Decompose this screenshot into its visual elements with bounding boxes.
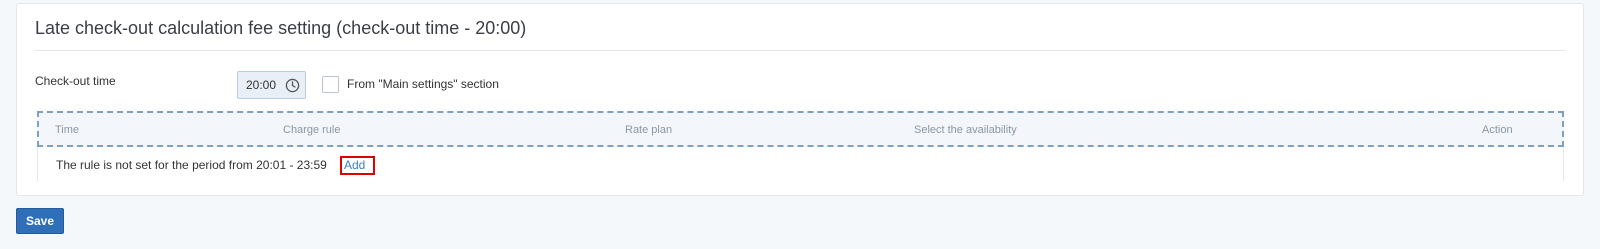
late-checkout-card: Late check-out calculation fee setting (… <box>16 3 1584 196</box>
save-button[interactable]: Save <box>16 208 64 234</box>
column-charge-rule: Charge rule <box>283 124 341 136</box>
add-rule-link[interactable]: Add <box>340 156 376 175</box>
section-title: Late check-out calculation fee setting (… <box>35 18 527 38</box>
checkout-time-value: 20:00 <box>246 78 277 92</box>
table-header: Time Charge rule Rate plan Select the av… <box>37 111 1564 147</box>
empty-rule-text: The rule is not set for the period from … <box>56 158 327 172</box>
column-action: Action <box>1482 124 1513 136</box>
column-rate-plan: Rate plan <box>625 124 673 136</box>
checkout-time-input[interactable]: 20:00 <box>237 71 306 99</box>
title-divider <box>35 50 1565 51</box>
main-settings-label: From "Main settings" section <box>347 77 499 91</box>
column-time: Time <box>55 124 80 136</box>
clock-icon[interactable] <box>285 78 300 93</box>
checkout-time-label: Check-out time <box>35 74 116 88</box>
column-availability: Select the availability <box>914 124 1017 136</box>
main-settings-checkbox[interactable] <box>322 76 339 93</box>
rules-table: Time Charge rule Rate plan Select the av… <box>37 111 1564 185</box>
table-row: The rule is not set for the period from … <box>37 147 1564 181</box>
